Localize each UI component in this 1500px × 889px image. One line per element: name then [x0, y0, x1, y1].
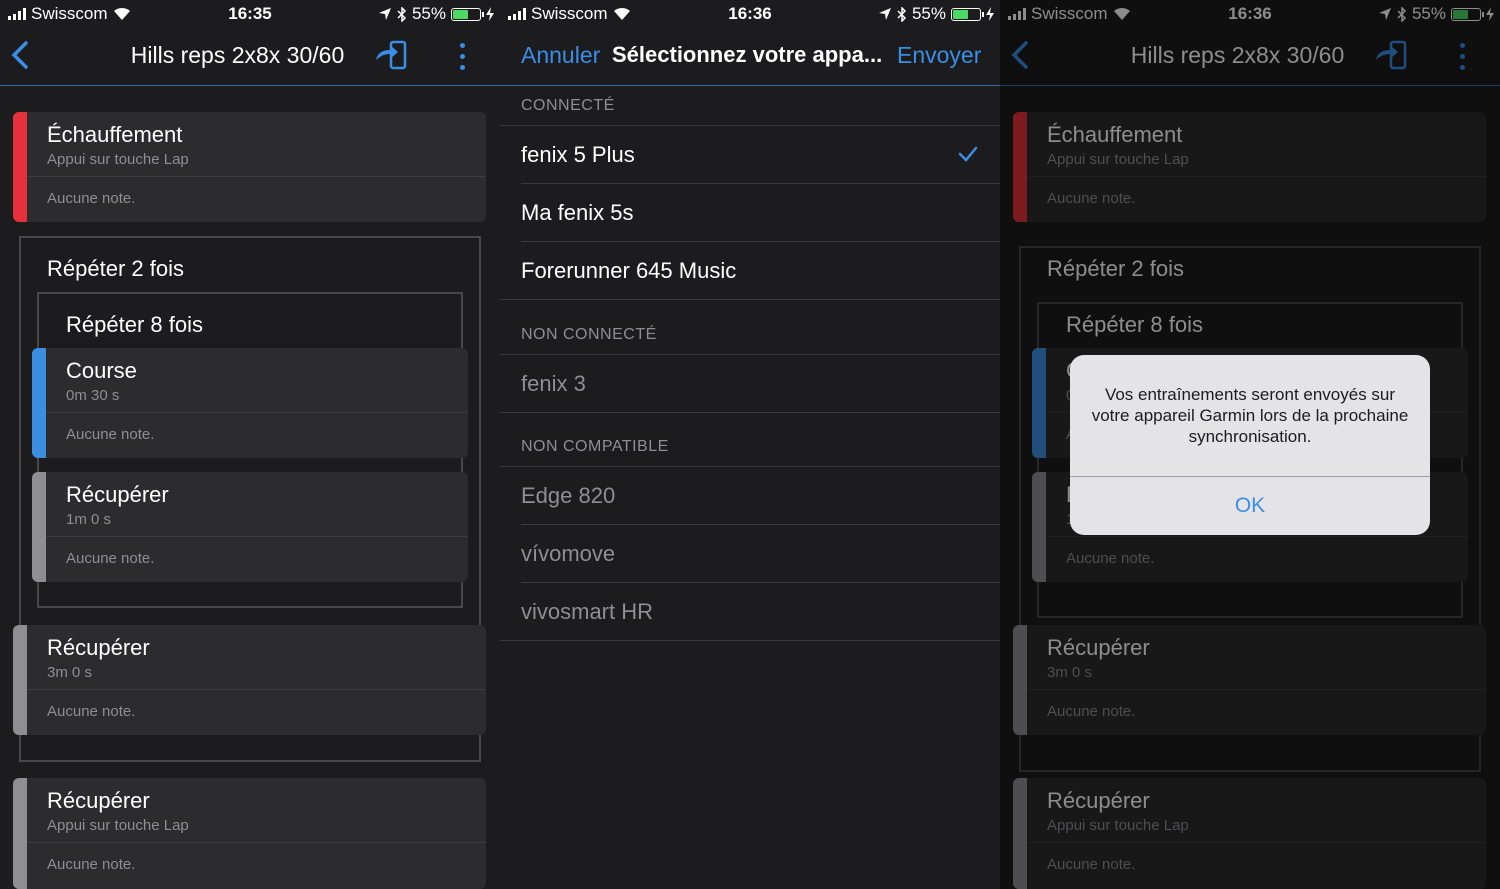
checkmark-icon [958, 146, 978, 162]
battery-fill [953, 9, 969, 19]
charging-icon [986, 7, 994, 21]
step-name: Récupérer [47, 788, 150, 813]
device-name: Edge 820 [521, 483, 616, 508]
device-name: Ma fenix 5s [521, 200, 634, 225]
location-icon [378, 8, 391, 20]
device-row: vívomove [500, 525, 1000, 583]
send-to-device-icon[interactable] [374, 40, 408, 70]
device-row[interactable]: fenix 5 Plus [500, 126, 1000, 184]
step-duration: 1m 0 s [66, 511, 112, 528]
device-name: fenix 3 [521, 371, 586, 396]
battery-percent: 55% [411, 4, 446, 23]
step-name: Récupérer [47, 635, 150, 660]
section-header-connected: CONNECTÉ [521, 97, 615, 114]
step-note: Aucune note. [66, 426, 155, 443]
step-note: Aucune note. [47, 856, 136, 873]
step-color-bar [32, 348, 46, 458]
device-row[interactable]: Forerunner 645 Music [500, 242, 1000, 300]
repeat-label-outer[interactable]: Répéter 2 fois [47, 256, 184, 282]
device-name: fenix 5 Plus [521, 142, 635, 167]
step-color-bar [13, 625, 27, 735]
workout-screen: Swisscom 16:35 55% Hills reps 2x8x 30/60… [0, 0, 500, 889]
charging-icon [486, 7, 494, 21]
nav-bar: Hills reps 2x8x 30/60 [0, 28, 500, 86]
location-icon [878, 8, 891, 20]
cancel-button[interactable]: Annuler [521, 42, 600, 69]
repeat-label-inner[interactable]: Répéter 8 fois [66, 312, 203, 338]
step-color-bar [13, 778, 27, 889]
more-options-icon[interactable] [455, 40, 469, 72]
ok-button[interactable]: OK [1070, 494, 1430, 518]
battery-icon [951, 7, 984, 21]
step-note: Aucune note. [47, 703, 136, 720]
battery-fill [453, 9, 469, 19]
sync-alert-dialog: Vos entraînements seront envoyés sur vot… [1070, 355, 1430, 535]
device-row[interactable]: Ma fenix 5s [500, 184, 1000, 242]
device-select-screen: Swisscom 16:36 55% Annuler Sélectionnez … [500, 0, 1000, 889]
device-row: vivosmart HR [500, 583, 1000, 641]
step-duration: 0m 30 s [66, 387, 120, 404]
device-name: Forerunner 645 Music [521, 258, 737, 283]
step-card-recover-outer[interactable]: Récupérer 3m 0 s Aucune note. [13, 625, 486, 735]
device-name: vívomove [521, 541, 616, 566]
step-duration: 3m 0 s [47, 664, 93, 681]
battery-percent: 55% [911, 4, 946, 23]
step-name: Échauffement [47, 122, 183, 147]
page-title: Sélectionnez votre appa... [612, 42, 883, 67]
step-name: Récupérer [66, 482, 169, 507]
step-color-bar [32, 472, 46, 582]
device-name: vivosmart HR [521, 599, 654, 624]
status-bar: Swisscom 16:36 55% [500, 0, 1000, 28]
step-duration: Appui sur touche Lap [47, 817, 189, 834]
step-name: Course [66, 358, 137, 383]
bluetooth-icon [397, 6, 407, 22]
step-card-recover-last[interactable]: Récupérer Appui sur touche Lap Aucune no… [13, 778, 486, 889]
step-duration: Appui sur touche Lap [47, 151, 189, 168]
step-note: Aucune note. [47, 190, 136, 207]
step-note: Aucune note. [66, 550, 155, 567]
battery-icon [451, 7, 484, 21]
nav-bar: Annuler Sélectionnez votre appa... Envoy… [500, 28, 1000, 86]
step-card-recover-inner[interactable]: Récupérer 1m 0 s Aucune note. [32, 472, 468, 582]
status-bar: Swisscom 16:35 55% [0, 0, 500, 28]
section-header-not-compatible: NON COMPATIBLE [521, 438, 669, 455]
device-row: fenix 3 [500, 355, 1000, 413]
device-row: Edge 820 [500, 467, 1000, 525]
step-card-warmup[interactable]: Échauffement Appui sur touche Lap Aucune… [13, 112, 486, 222]
alert-message: Vos entraînements seront envoyés sur vot… [1091, 385, 1409, 446]
section-header-not-connected: NON CONNECTÉ [521, 326, 657, 343]
step-card-run[interactable]: Course 0m 30 s Aucune note. [32, 348, 468, 458]
send-button[interactable]: Envoyer [897, 42, 981, 69]
step-color-bar [13, 112, 27, 222]
bluetooth-icon [897, 6, 907, 22]
workout-screen-alert: Swisscom 16:36 55% Hills reps 2x8x 30/60… [1000, 0, 1500, 889]
